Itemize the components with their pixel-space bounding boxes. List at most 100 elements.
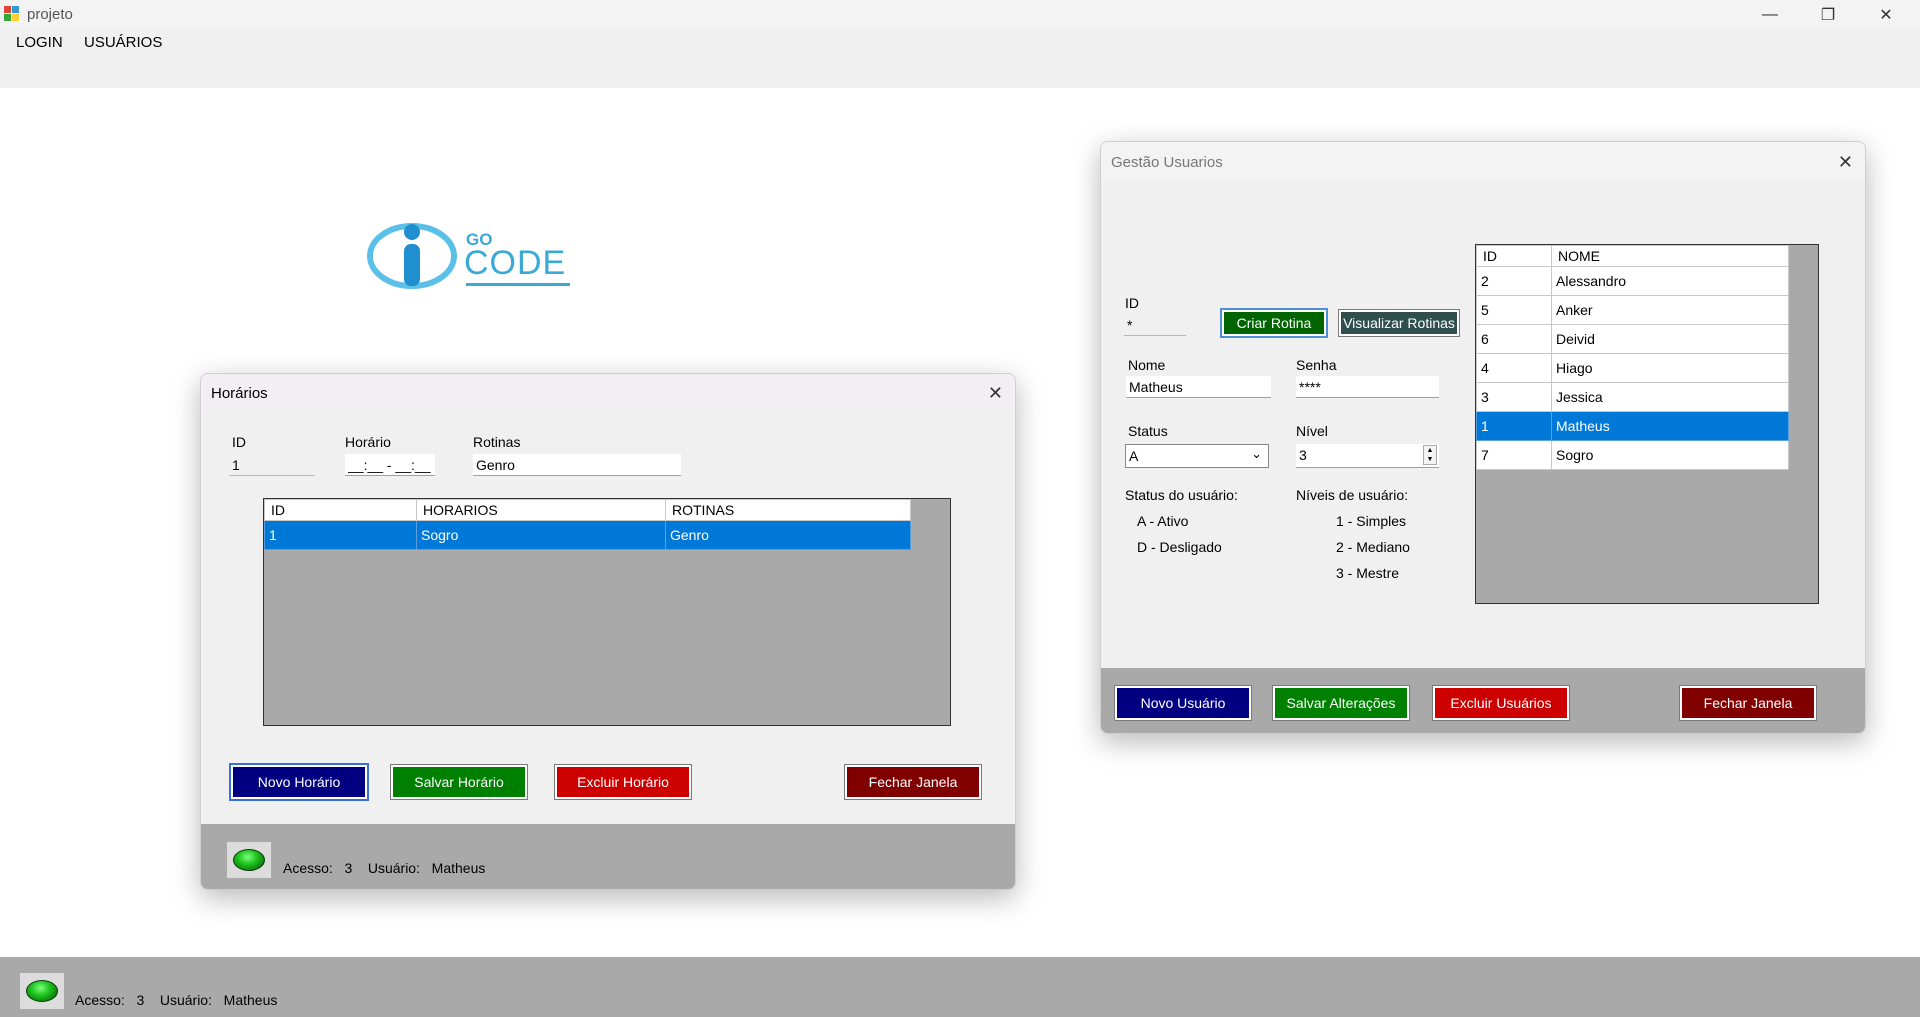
column-header-id[interactable]: ID (1476, 245, 1552, 267)
usuarios-grid-header: ID NOME (1476, 245, 1789, 267)
visualizar-rotinas-button[interactable]: Visualizar Rotinas (1338, 309, 1460, 337)
cell-id[interactable]: 1 (264, 520, 417, 550)
usuarios-title: Gestão Usuarios (1111, 154, 1223, 171)
menu-bar (0, 29, 1920, 88)
horarios-titlebar: Horários ✕ (201, 374, 1015, 410)
logo-text-big: CODE (464, 244, 567, 282)
status-led-icon (227, 842, 271, 878)
user-value: Matheus (431, 860, 486, 876)
user-label: Usuário: (367, 860, 420, 876)
column-header-id[interactable]: ID (264, 499, 417, 521)
horarios-title: Horários (211, 385, 268, 402)
usuarios-window: Gestão Usuarios ✕ ID Criar Rotina Visual… (1100, 141, 1866, 734)
cell-id[interactable]: 1 (1476, 411, 1552, 441)
cell-nome[interactable]: Alessandro (1551, 266, 1789, 296)
table-row[interactable]: 5 Anker (1476, 295, 1789, 325)
cell-nome[interactable]: Deivid (1551, 324, 1789, 354)
excluir-horario-button[interactable]: Excluir Horário (554, 764, 692, 800)
novo-usuario-button[interactable]: Novo Usuário (1114, 685, 1252, 721)
nome-field[interactable] (1126, 376, 1271, 398)
horario-id-label: ID (232, 434, 246, 450)
nivel-help-simples: 1 - Simples (1336, 513, 1407, 529)
cell-id[interactable]: 2 (1476, 266, 1552, 296)
logo-underline (466, 283, 570, 286)
cell-id[interactable]: 7 (1476, 440, 1552, 470)
fechar-janela-button[interactable]: Fechar Janela (1679, 685, 1817, 721)
status-select-value: A (1129, 448, 1139, 464)
stepper-down-icon[interactable]: ▼ (1424, 455, 1436, 464)
column-header-nome[interactable]: NOME (1551, 245, 1789, 267)
nome-label: Nome (1128, 357, 1166, 373)
horario-id-field[interactable] (229, 454, 315, 476)
table-row[interactable]: 6 Deivid (1476, 324, 1789, 354)
nivel-help-mestre: 3 - Mestre (1336, 565, 1400, 581)
usuarios-grid[interactable]: ID NOME 2 Alessandro 5 Anker 6 Deivid 4 Hiag… (1475, 244, 1819, 604)
status-help-ativo: A - Ativo (1137, 513, 1189, 529)
window-title: projeto (27, 6, 73, 23)
access-label: Acesso: (283, 860, 333, 876)
salvar-alteracoes-button[interactable]: Salvar Alterações (1272, 685, 1410, 721)
cell-nome[interactable]: Matheus (1551, 411, 1789, 441)
fechar-janela-button[interactable]: Fechar Janela (844, 764, 982, 800)
user-id-field[interactable] (1124, 314, 1186, 336)
usuarios-close-icon[interactable]: ✕ (1838, 152, 1853, 173)
criar-rotina-button[interactable]: Criar Rotina (1220, 308, 1328, 338)
table-row[interactable]: 1 Matheus (1476, 411, 1789, 441)
novo-horario-button[interactable]: Novo Horário (229, 763, 369, 801)
menu-item-usuarios[interactable]: USUÁRIOS (84, 34, 162, 51)
cell-id[interactable]: 6 (1476, 324, 1552, 354)
salvar-horario-button[interactable]: Salvar Horário (390, 764, 528, 800)
excluir-usuarios-button[interactable]: Excluir Usuários (1432, 685, 1570, 721)
cell-nome[interactable]: Hiago (1551, 353, 1789, 383)
access-value: 3 (344, 860, 353, 876)
cell-nome[interactable]: Anker (1551, 295, 1789, 325)
status-help-title: Status do usuário: (1125, 487, 1238, 503)
access-label: Acesso: (75, 992, 125, 1008)
user-id-label: ID (1125, 295, 1139, 311)
column-header-rotinas[interactable]: ROTINAS (665, 499, 911, 521)
window-titlebar (0, 0, 1920, 29)
status-led-icon (20, 973, 64, 1009)
cell-nome[interactable]: Jessica (1551, 382, 1789, 412)
nivel-stepper[interactable]: 3 ▲ ▼ (1296, 444, 1439, 468)
table-row[interactable]: 4 Hiago (1476, 353, 1789, 383)
nivel-label: Nível (1296, 423, 1328, 439)
horarios-window: Horários ✕ ID Horário Rotinas ID HORARIO… (200, 373, 1016, 890)
nivel-value: 3 (1299, 447, 1307, 463)
app-icon (4, 6, 20, 22)
main-statusbar: Acesso: 3 Usuário: Matheus (0, 957, 1920, 1017)
senha-label: Senha (1296, 357, 1337, 373)
cell-horario[interactable]: Sogro (416, 520, 666, 550)
cell-id[interactable]: 5 (1476, 295, 1552, 325)
nivel-help-title: Níveis de usuário: (1296, 487, 1409, 503)
minimize-button[interactable]: — (1741, 0, 1799, 29)
cell-id[interactable]: 4 (1476, 353, 1552, 383)
rotinas-field[interactable] (473, 454, 681, 476)
user-label: Usuário: (159, 992, 212, 1008)
table-row[interactable]: 2 Alessandro (1476, 266, 1789, 296)
cell-rotina[interactable]: Genro (665, 520, 911, 550)
column-header-horarios[interactable]: HORARIOS (416, 499, 666, 521)
horarios-grid[interactable]: ID HORARIOS ROTINAS 1 Sogro Genro (263, 498, 951, 726)
horario-field[interactable] (345, 454, 435, 476)
status-select[interactable]: A ⌄ (1125, 444, 1269, 468)
stepper-up-icon[interactable]: ▲ (1424, 446, 1436, 455)
cell-id[interactable]: 3 (1476, 382, 1552, 412)
logo: GO CODE (366, 220, 586, 295)
stepper-arrows[interactable]: ▲ ▼ (1423, 445, 1437, 465)
table-row[interactable]: 1 Sogro Genro (264, 520, 911, 550)
horarios-close-icon[interactable]: ✕ (988, 383, 1003, 404)
restore-button[interactable]: ❐ (1799, 0, 1857, 29)
table-row[interactable]: 7 Sogro (1476, 440, 1789, 470)
rotinas-label: Rotinas (473, 434, 521, 450)
horarios-statusbar: Acesso: 3 Usuário: Matheus (201, 824, 1015, 889)
close-button[interactable]: ✕ (1857, 0, 1915, 29)
usuarios-titlebar: Gestão Usuarios ✕ (1101, 142, 1865, 182)
access-value: 3 (136, 992, 145, 1008)
senha-field[interactable] (1296, 376, 1439, 398)
menu-item-login[interactable]: LOGIN (16, 34, 63, 51)
cell-nome[interactable]: Sogro (1551, 440, 1789, 470)
horarios-grid-header: ID HORARIOS ROTINAS (264, 499, 911, 521)
table-row[interactable]: 3 Jessica (1476, 382, 1789, 412)
chevron-down-icon[interactable]: ⌄ (1251, 446, 1262, 462)
